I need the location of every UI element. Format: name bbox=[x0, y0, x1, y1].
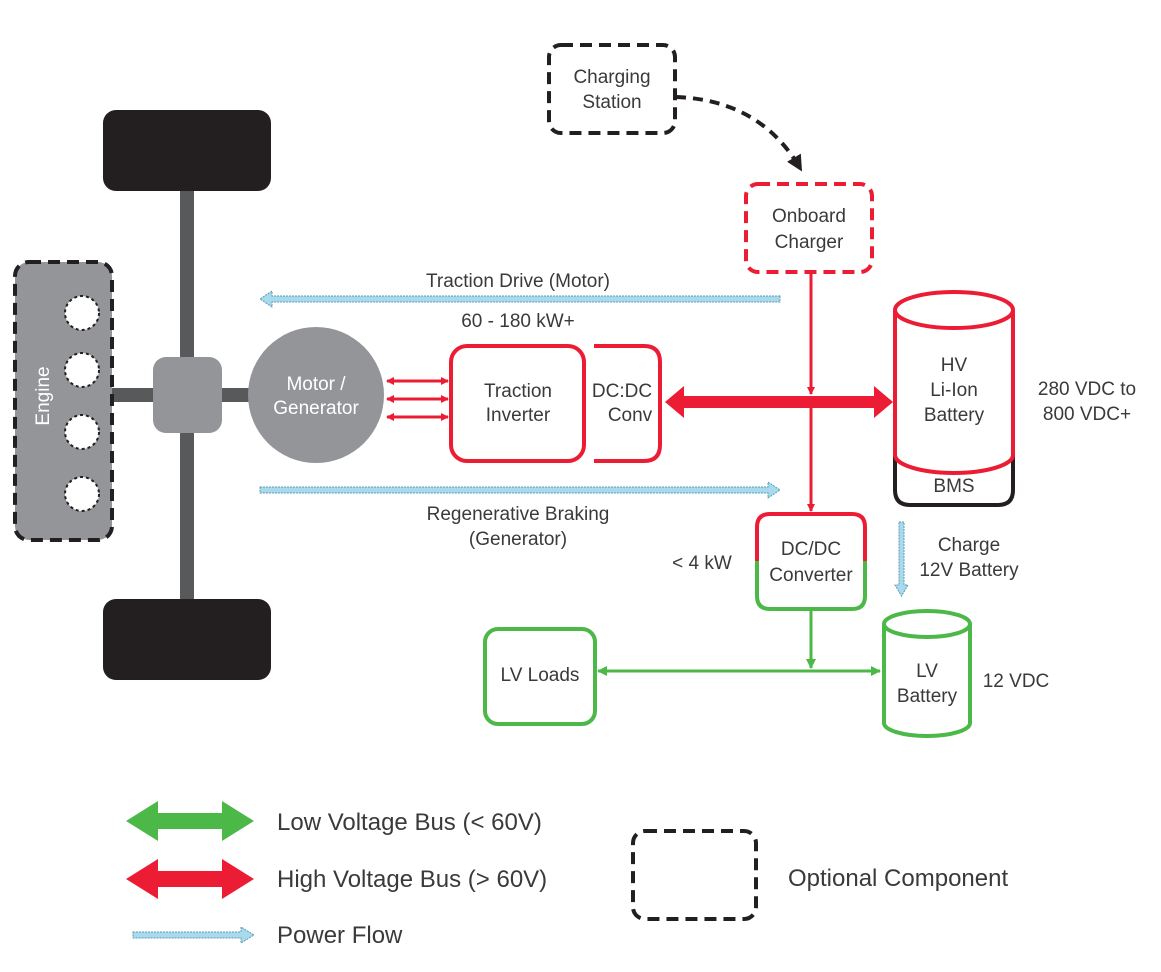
charge-label-1: Charge bbox=[938, 535, 1000, 556]
legend-optional-label: Optional Component bbox=[788, 865, 1008, 892]
dcdc-conv: DC:DC Conv bbox=[592, 344, 662, 463]
charging-station: Charging Station bbox=[547, 43, 677, 135]
legend-flow-label: Power Flow bbox=[277, 922, 403, 949]
onboard-charger-label-2: Charger bbox=[775, 232, 844, 253]
hv-voltage-label-2: 800 VDC+ bbox=[1043, 404, 1131, 425]
wheel-rear bbox=[103, 599, 271, 680]
cylinder-icon bbox=[64, 414, 100, 450]
lv-loads: LV Loads bbox=[483, 627, 597, 726]
dcdc-power-label: < 4 kW bbox=[672, 553, 732, 574]
traction-power-label: 60 - 180 kW+ bbox=[461, 311, 575, 332]
motor-label-1: Motor / bbox=[286, 374, 346, 395]
hv-battery-label-2: Li-Ion bbox=[930, 380, 978, 401]
hv-battery-label-1: HV bbox=[941, 355, 968, 376]
bms-label: BMS bbox=[933, 476, 974, 497]
traction-drive-flow: Traction Drive (Motor) 60 - 180 kW+ bbox=[259, 271, 781, 332]
drivetrain bbox=[103, 110, 271, 680]
legend-lv-swatch bbox=[126, 801, 254, 841]
hv-voltage-label-1: 280 VDC to bbox=[1038, 379, 1136, 400]
cylinder-icon bbox=[64, 476, 100, 512]
regen-braking-flow: Regenerative Braking (Generator) bbox=[259, 481, 781, 550]
dcdc-conv-label-2: Conv bbox=[608, 405, 653, 426]
legend-hv-swatch bbox=[126, 859, 254, 899]
inverter-label-1: Traction bbox=[484, 381, 552, 402]
legend: Low Voltage Bus (< 60V) High Voltage Bus… bbox=[126, 801, 1008, 949]
dcdc-converter: DC/DC Converter bbox=[755, 512, 867, 611]
regen-label-2: (Generator) bbox=[469, 529, 567, 550]
legend-flow-swatch bbox=[132, 926, 255, 944]
dcdc-converter-label-2: Converter bbox=[769, 565, 853, 586]
gearbox bbox=[153, 357, 222, 433]
motor-label-2: Generator bbox=[273, 398, 359, 419]
hv-battery-label-3: Battery bbox=[924, 405, 985, 426]
dcdc-converter-label-1: DC/DC bbox=[781, 539, 841, 560]
cylinder-icon bbox=[64, 295, 100, 331]
traction-inverter: Traction Inverter bbox=[449, 344, 586, 463]
motor-generator: Motor / Generator bbox=[248, 327, 384, 463]
traction-drive-label: Traction Drive (Motor) bbox=[426, 271, 610, 292]
ev-powertrain-diagram: Engine Motor / Generator Traction Invert… bbox=[13, 43, 1136, 949]
hv-battery: HV Li-Ion Battery BMS bbox=[893, 290, 1015, 507]
legend-lv-label: Low Voltage Bus (< 60V) bbox=[277, 809, 542, 836]
dcdc-conv-label-1: DC:DC bbox=[592, 381, 652, 402]
onboard-charger: Onboard Charger bbox=[744, 182, 874, 274]
lv-loads-label: LV Loads bbox=[501, 665, 580, 686]
charging-dashed-arrow bbox=[675, 95, 803, 172]
inverter-label-2: Inverter bbox=[486, 405, 551, 426]
charge-label-2: 12V Battery bbox=[919, 560, 1019, 581]
lv-voltage-label: 12 VDC bbox=[983, 671, 1050, 692]
lv-battery: LV Battery bbox=[882, 609, 972, 738]
wheel-front bbox=[103, 110, 271, 191]
cylinder-icon bbox=[64, 352, 100, 388]
charging-station-label-1: Charging bbox=[573, 67, 650, 88]
onboard-charger-label-1: Onboard bbox=[772, 206, 846, 227]
regen-label-1: Regenerative Braking bbox=[427, 504, 610, 525]
hv-bus-arrow bbox=[665, 386, 893, 418]
engine-label: Engine bbox=[33, 366, 54, 425]
legend-optional-swatch bbox=[631, 829, 758, 921]
lv-battery-label-1: LV bbox=[916, 661, 938, 682]
three-phase-hv-links bbox=[386, 377, 449, 421]
charge-12v-flow: Charge 12V Battery bbox=[894, 521, 1019, 597]
charging-station-label-2: Station bbox=[582, 92, 641, 113]
engine: Engine bbox=[13, 260, 114, 542]
lv-battery-label-2: Battery bbox=[897, 686, 958, 707]
legend-hv-label: High Voltage Bus (> 60V) bbox=[277, 866, 547, 893]
